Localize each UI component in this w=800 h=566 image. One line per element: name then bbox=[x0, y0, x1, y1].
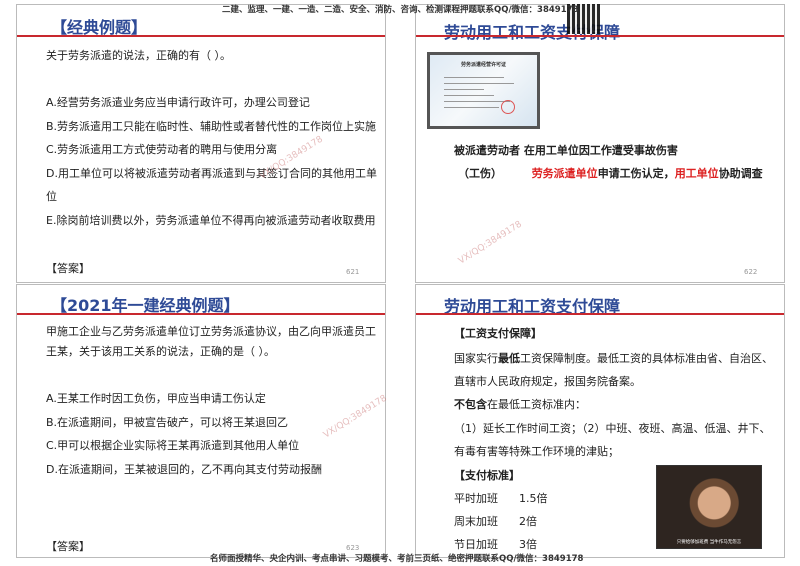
dispatch-unit: 劳务派遣单位 bbox=[531, 167, 598, 180]
injury-statement: 被派遣劳动者 在用工单位因工作遭受事故伤害 bbox=[454, 144, 678, 157]
photo-caption: 只要给够加班费 当牛作马无怨言 bbox=[676, 540, 742, 545]
meme-photo: 只要给够加班费 当牛作马无怨言 bbox=[656, 465, 762, 549]
watermark: VX/QQ:3849178 bbox=[456, 219, 524, 267]
assist-text: 协助调查 bbox=[718, 167, 763, 180]
text: 工资保障制度。最低工资的具体标准由省、自治区、 bbox=[520, 352, 773, 365]
title-divider bbox=[416, 35, 784, 37]
option-d: D.用工单位可以将被派遣劳动者再派遣到与其签订合同的其他用工单 bbox=[46, 167, 377, 180]
apply-text: 申请工伤认定， bbox=[597, 167, 675, 180]
employer-unit: 用工单位 bbox=[674, 167, 719, 180]
page-number: 622 bbox=[744, 268, 758, 276]
page-number: 623 bbox=[346, 544, 360, 552]
text: 在最低工资标准内： bbox=[487, 398, 586, 411]
emphasis: 最低 bbox=[498, 352, 520, 365]
section-heading: 【支付标准】 bbox=[454, 469, 520, 482]
option-d: D.在派遣期间，王某被退回的，乙不再向其支付劳动报酬 bbox=[46, 463, 322, 476]
question-line-1: 甲施工企业与乙劳务派遣单位订立劳务派遣协议，由乙向甲派遣员工 bbox=[46, 325, 376, 338]
option-c: C.劳务派遣用工方式使劳动者的聘用与使用分离 bbox=[46, 143, 278, 156]
text: 国家实行 bbox=[454, 352, 498, 365]
exclusion-text: 不包含在最低工资标准内： bbox=[454, 396, 586, 412]
title-divider bbox=[17, 313, 385, 315]
seal-icon bbox=[501, 100, 515, 114]
emphasis: 不包含 bbox=[454, 398, 487, 411]
rate-label: 周末加班 bbox=[454, 515, 498, 528]
injury-rule: （工伤） 劳务派遣单位申请工伤认定，用工单位协助调查 bbox=[458, 165, 763, 181]
min-wage-text-2: 直辖市人民政府规定，报国务院备案。 bbox=[454, 375, 641, 388]
rate-value: 1.5倍 bbox=[519, 492, 548, 505]
rate-value: 2倍 bbox=[519, 515, 537, 528]
watermark: VX/QQ:3849178 bbox=[321, 393, 389, 441]
injury-tag: （工伤） bbox=[458, 167, 502, 180]
certificate-title: 劳务派遣经营许可证 bbox=[460, 62, 506, 68]
rate-label: 节日加班 bbox=[454, 538, 498, 551]
title-divider bbox=[17, 35, 385, 37]
answer-label: 【答案】 bbox=[46, 262, 90, 275]
option-b: B.在派遣期间，甲被宣告破产，可以将王某退回乙 bbox=[46, 416, 289, 429]
license-certificate-image: 劳务派遣经营许可证 bbox=[427, 52, 540, 129]
section-heading: 【工资支付保障】 bbox=[454, 327, 542, 340]
option-a: A.王某工作时因工负伤，甲应当申请工伤认定 bbox=[46, 392, 266, 405]
exclusion-items-2: 有毒有害等特殊工作环境的津贴； bbox=[454, 445, 619, 458]
slide-623: 【2021年一建经典例题】 甲施工企业与乙劳务派遣单位订立劳务派遣协议，由乙向甲… bbox=[16, 284, 389, 558]
page-number: 621 bbox=[346, 268, 360, 276]
rate-value: 3倍 bbox=[519, 538, 537, 551]
option-e: E.除岗前培训费以外，劳务派遣单位不得再向被派遣劳动者收取费用 bbox=[46, 214, 376, 227]
question-text: 关于劳务派遣的说法，正确的有（ ）。 bbox=[46, 49, 231, 62]
slide-621: 【经典例题】 关于劳务派遣的说法，正确的有（ ）。 A.经营劳务派遣业务应当申请… bbox=[16, 4, 386, 283]
question-line-2: 王某，关于该用工关系的说法，正确的是（ ）。 bbox=[46, 345, 275, 358]
option-d-cont: 位 bbox=[46, 190, 57, 203]
option-b: B.劳务派遣用工只能在临时性、辅助性或者替代性的工作岗位上实施 bbox=[46, 120, 377, 133]
option-a: A.经营劳务派遣业务应当申请行政许可，办理公司登记 bbox=[46, 96, 310, 109]
min-wage-text: 国家实行最低工资保障制度。最低工资的具体标准由省、自治区、 bbox=[454, 350, 773, 366]
answer-label: 【答案】 bbox=[46, 540, 90, 553]
exclusion-items: （1）延长工作时间工资；（2）中班、夜班、高温、低温、井下、 bbox=[454, 422, 771, 435]
title-divider bbox=[416, 313, 784, 315]
slide-622: 劳动用工和工资支付保障 被派遣劳动者 在用工单位因工作遭受事故伤害 （工伤） 劳… bbox=[415, 4, 785, 283]
bottom-banner: 名师面授精华、央企内训、考点串讲、习题模考、考前三页纸、绝密押题联系QQ/微信：… bbox=[210, 554, 584, 564]
rate-label: 平时加班 bbox=[454, 492, 498, 505]
top-banner: 二建、监理、一建、一造、二造、安全、消防、咨询、检测课程押题联系QQ/微信：38… bbox=[222, 5, 579, 15]
option-c: C.甲可以根据企业实际将王某再派遣到其他用人单位 bbox=[46, 439, 300, 452]
